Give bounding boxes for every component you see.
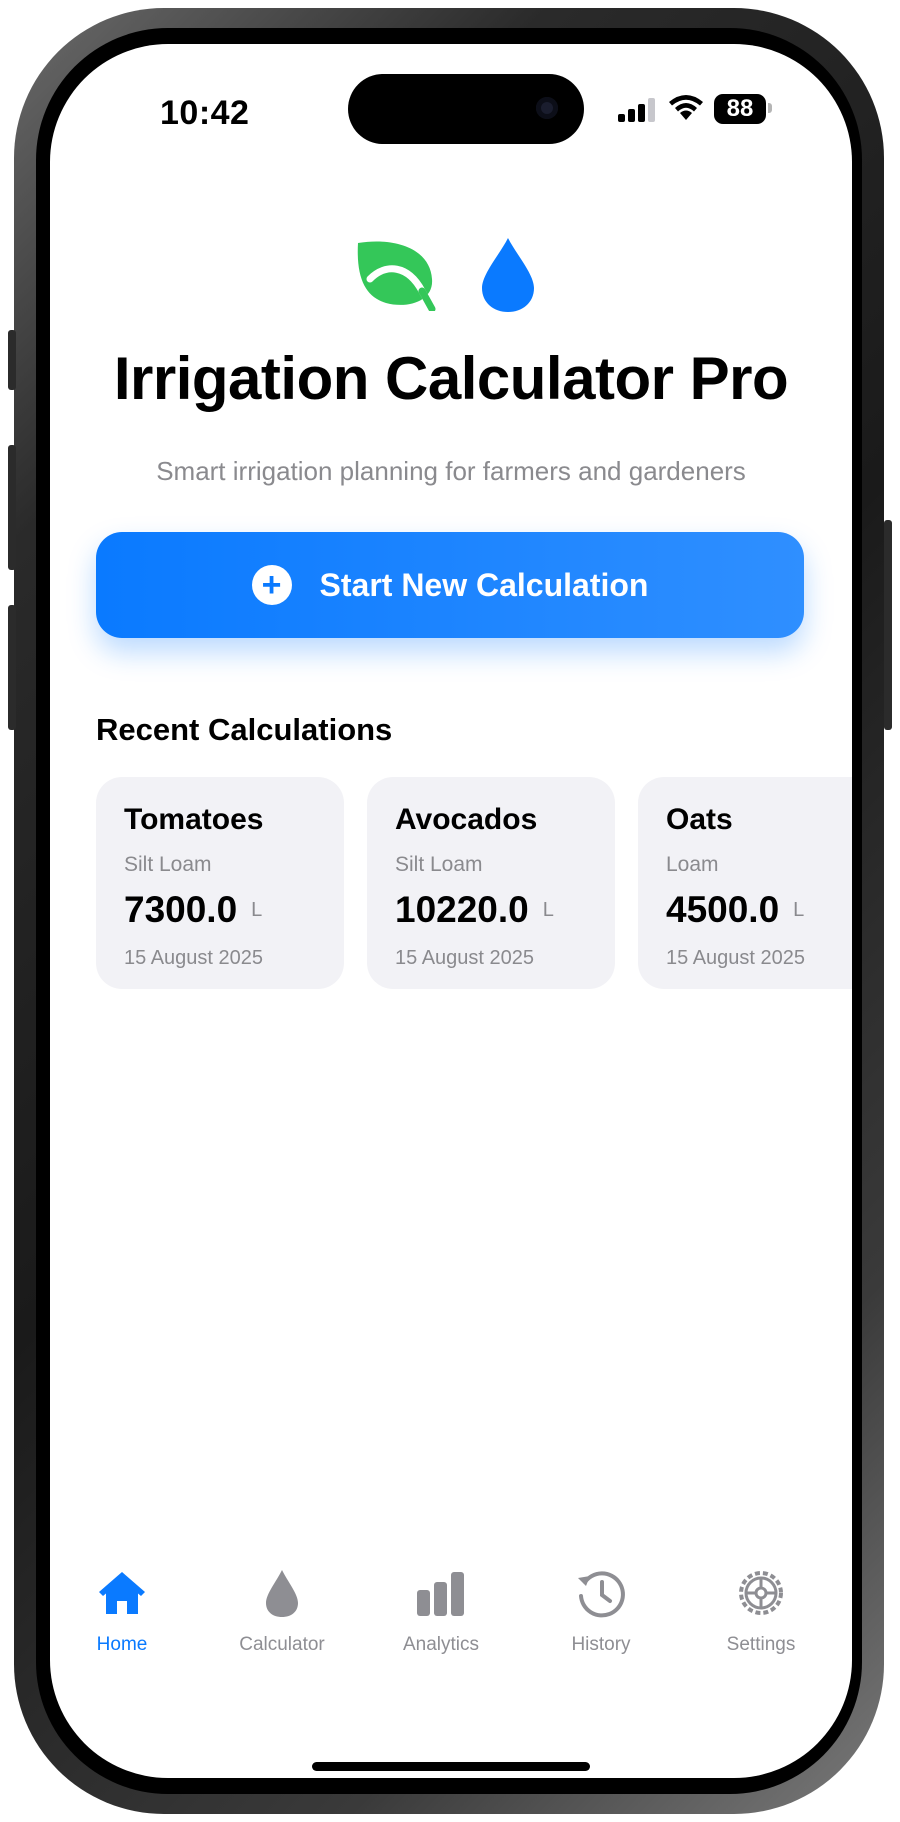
card-water-amount: 4500.0 L (666, 889, 804, 931)
card-value: 7300.0 (124, 889, 238, 930)
leaf-icon (357, 241, 436, 311)
app-subtitle: Smart irrigation planning for farmers an… (156, 456, 746, 486)
card-unit: L (542, 899, 554, 921)
card-unit: L (251, 899, 263, 921)
tab-label: Home (96, 1634, 148, 1655)
home-indicator[interactable] (312, 1762, 590, 1771)
calculation-card[interactable]: Avocados Silt Loam 10220.0 L 15 August 20… (367, 777, 615, 989)
battery-indicator: 88 (714, 94, 766, 124)
clock-history-icon (578, 1571, 625, 1618)
tab-bar: Home Calculator Analytics History Settin… (50, 1564, 852, 1684)
battery-cap (768, 103, 772, 113)
plus-circle-icon: + (251, 565, 292, 605)
cellular-signal-icon (618, 98, 655, 122)
card-water-amount: 10220.0 L (395, 889, 554, 931)
card-crop-name: Oats (666, 803, 733, 836)
tab-label: Settings (726, 1634, 796, 1655)
card-date: 15 August 2025 (124, 947, 264, 969)
tab-calculator[interactable]: Calculator (212, 1564, 352, 1674)
status-indicators: 88 (618, 92, 818, 132)
tab-label: Calculator (239, 1634, 325, 1655)
dynamic-island (348, 74, 584, 144)
tab-label: History (571, 1634, 631, 1655)
volume-up-button (8, 445, 16, 570)
recent-calculations-title: Recent Calculations (96, 712, 393, 747)
water-drop-icon (482, 238, 534, 312)
gear-icon (739, 1571, 783, 1615)
status-time: 10:42 (160, 94, 250, 132)
card-crop-name: Tomatoes (124, 803, 264, 836)
start-new-calculation-button[interactable]: + Start New Calculation (96, 532, 804, 638)
calculation-card[interactable]: Oats Loam 4500.0 L 15 August 2025 (638, 777, 852, 989)
home-icon (99, 1572, 145, 1614)
wifi-icon (669, 95, 703, 120)
action-button (8, 330, 16, 390)
tab-label: Analytics (402, 1634, 480, 1655)
card-soil-type: Silt Loam (124, 853, 212, 876)
card-soil-type: Loam (666, 853, 719, 876)
card-date: 15 August 2025 (666, 947, 806, 969)
recent-calculations-carousel[interactable]: Tomatoes Silt Loam 7300.0 L 15 August 202… (96, 777, 852, 997)
card-soil-type: Silt Loam (395, 853, 483, 876)
power-button (884, 520, 892, 730)
volume-down-button (8, 605, 16, 730)
front-camera (536, 97, 558, 119)
card-value: 4500.0 (666, 889, 780, 930)
card-unit: L (793, 899, 805, 921)
card-date: 15 August 2025 (395, 947, 535, 969)
bar-chart-icon (417, 1572, 464, 1616)
hero-icons (50, 238, 852, 329)
card-value: 10220.0 (395, 889, 529, 930)
tab-history[interactable]: History (531, 1564, 671, 1674)
calculation-card[interactable]: Tomatoes Silt Loam 7300.0 L 15 August 202… (96, 777, 344, 989)
tab-home[interactable]: Home (52, 1564, 192, 1674)
card-water-amount: 7300.0 L (124, 889, 262, 931)
tab-settings[interactable]: Settings (691, 1564, 831, 1674)
drop-icon (266, 1570, 298, 1617)
card-crop-name: Avocados (395, 803, 538, 836)
tab-analytics[interactable]: Analytics (371, 1564, 511, 1674)
app-title: Irrigation Calculator Pro (113, 345, 789, 412)
screen: 10:42 88 Irrigation Calculator Pro Smart… (50, 44, 852, 1778)
cta-label: Start New Calculation (319, 566, 649, 603)
